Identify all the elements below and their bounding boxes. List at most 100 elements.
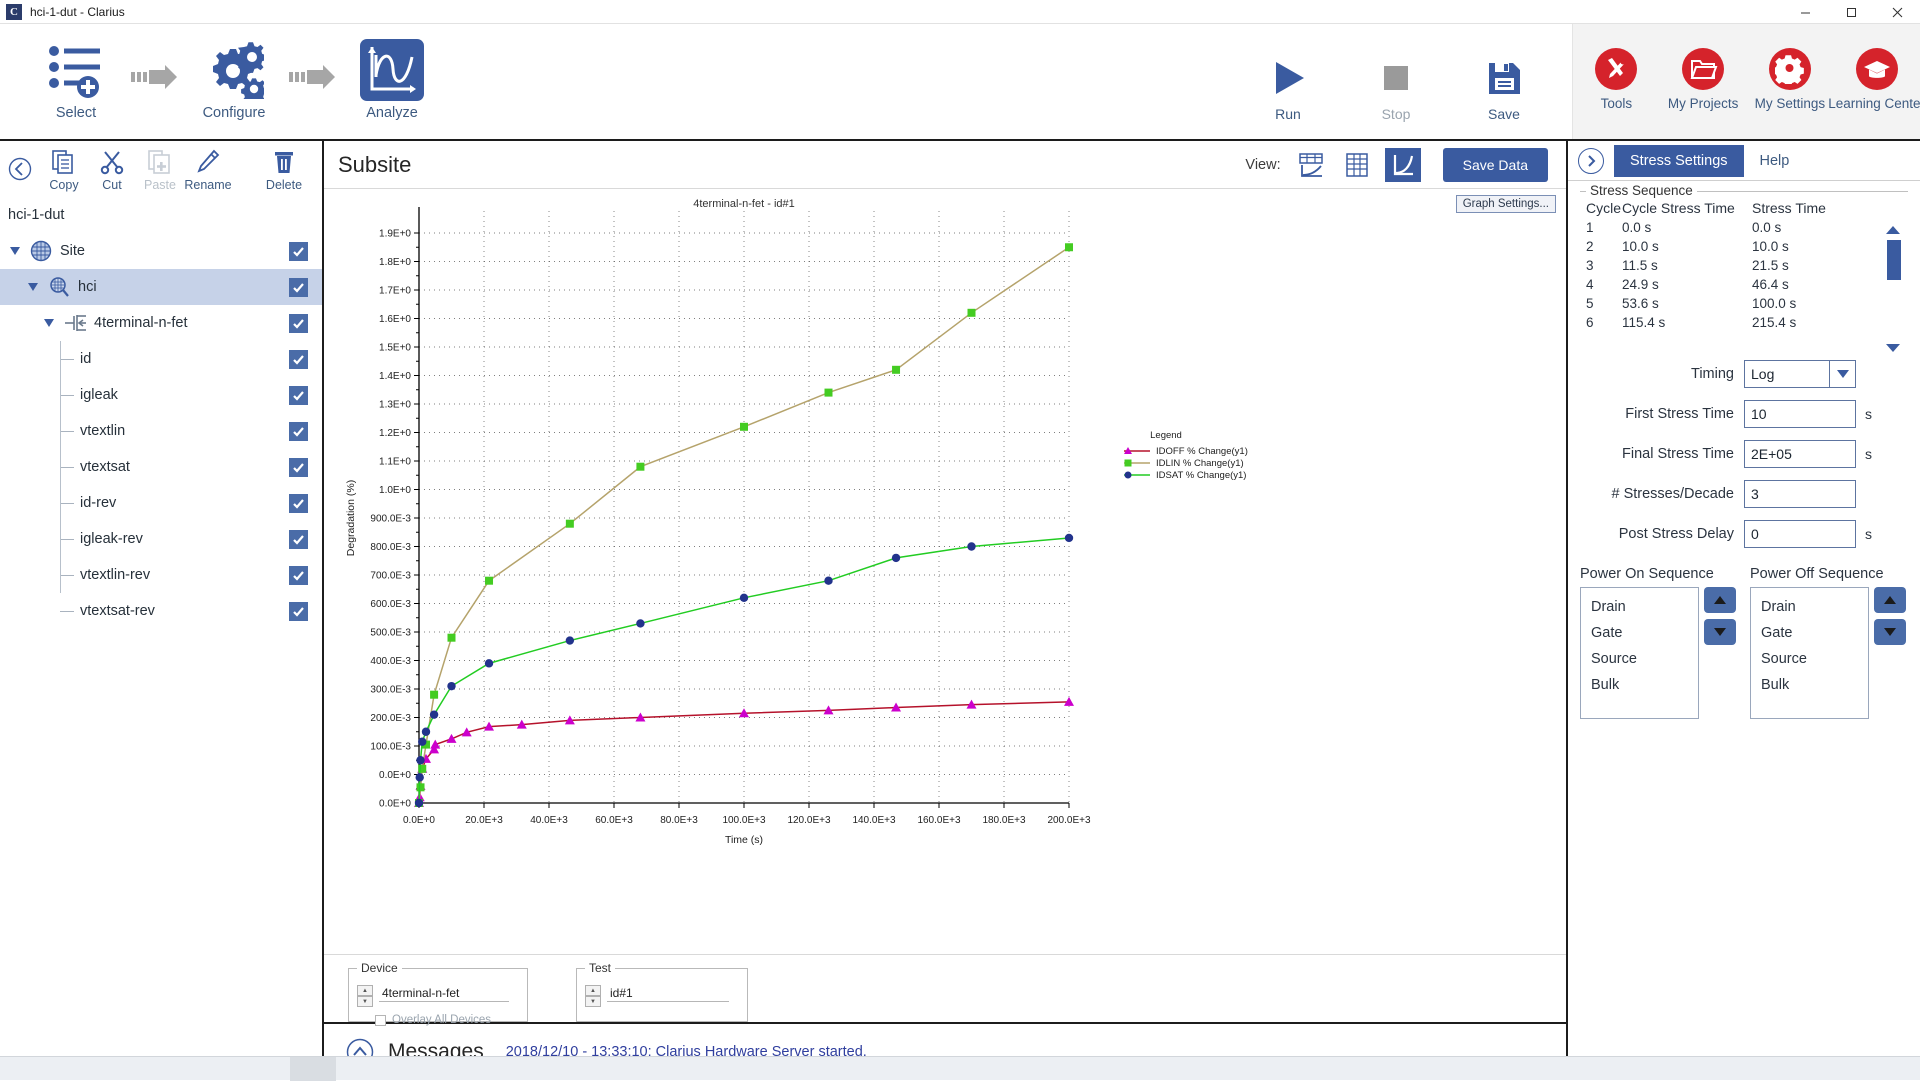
- learning-center-button[interactable]: Learning Center: [1828, 48, 1920, 111]
- cell-cycle: 4: [1586, 277, 1594, 292]
- power-off-list[interactable]: Drain Gate Source Bulk: [1750, 587, 1869, 719]
- tree-item-id-rev[interactable]: id-rev: [0, 485, 322, 521]
- stresses-per-decade-input[interactable]: 3: [1744, 480, 1856, 508]
- device-spin-up[interactable]: ▲: [357, 985, 373, 996]
- power-off-move-up-button[interactable]: [1874, 587, 1906, 613]
- workflow-step-select[interactable]: Select: [26, 38, 126, 121]
- tree-item-checkbox[interactable]: [289, 493, 308, 513]
- tree-item-vtextlin[interactable]: vtextlin: [0, 413, 322, 449]
- my-projects-button[interactable]: My Projects: [1661, 48, 1745, 111]
- expand-arrow-icon[interactable]: [44, 319, 54, 327]
- tree-item-site[interactable]: Site: [0, 233, 322, 269]
- tree-item-igleak[interactable]: igleak: [0, 377, 322, 413]
- scrollbar-thumb[interactable]: [1887, 240, 1901, 280]
- scroll-up-arrow-icon[interactable]: [1884, 224, 1902, 236]
- ribbon-utilities: Tools My Projects My Settings Learning C…: [1572, 24, 1920, 139]
- first-stress-time-input[interactable]: 10: [1744, 400, 1856, 428]
- view-graph-button[interactable]: [1384, 147, 1421, 182]
- delete-button[interactable]: Delete: [260, 147, 308, 192]
- tree-item-checkbox[interactable]: [289, 313, 308, 333]
- tab-stress-settings[interactable]: Stress Settings: [1614, 144, 1744, 177]
- tree-item-checkbox[interactable]: [289, 241, 308, 261]
- tree-item-checkbox[interactable]: [289, 457, 308, 477]
- table-row[interactable]: 4 24.9 s 46.4 s: [1580, 275, 1908, 294]
- overlay-all-devices-checkbox[interactable]: Overlay All Devices: [375, 1014, 517, 1026]
- list-item[interactable]: Gate: [1751, 620, 1868, 646]
- power-sequences: Power On Sequence Drain Gate Source Bulk: [1580, 566, 1908, 719]
- expand-arrow-icon[interactable]: [28, 283, 38, 291]
- tree-item-vtextlin-rev[interactable]: vtextlin-rev: [0, 557, 322, 593]
- minimize-button[interactable]: [1782, 0, 1828, 24]
- tools-button[interactable]: Tools: [1574, 48, 1658, 111]
- scroll-down-arrow-icon[interactable]: [1884, 342, 1902, 354]
- my-settings-button[interactable]: My Settings: [1748, 48, 1832, 111]
- rename-button[interactable]: Rename: [184, 147, 232, 192]
- tree-item-hci[interactable]: hci: [0, 269, 322, 305]
- run-button[interactable]: Run: [1252, 52, 1324, 122]
- post-stress-delay-input[interactable]: 0: [1744, 520, 1856, 548]
- sequence-scrollbar[interactable]: [1884, 224, 1904, 374]
- test-input[interactable]: [607, 985, 729, 1002]
- workflow-step-configure[interactable]: Configure: [184, 38, 284, 121]
- copy-button[interactable]: Copy: [40, 147, 88, 192]
- tab-help[interactable]: Help: [1744, 145, 1806, 177]
- tree-item-checkbox[interactable]: [289, 529, 308, 549]
- power-on-list[interactable]: Drain Gate Source Bulk: [1580, 587, 1699, 719]
- tree-item-checkbox[interactable]: [289, 565, 308, 585]
- maximize-button[interactable]: [1828, 0, 1874, 24]
- save-button[interactable]: Save: [1468, 52, 1540, 122]
- power-off-move-down-button[interactable]: [1874, 619, 1906, 645]
- view-graph-and-table-button[interactable]: [1293, 148, 1329, 182]
- expand-arrow-icon[interactable]: [10, 247, 20, 255]
- device-spinner[interactable]: ▲ ▼: [357, 985, 373, 1007]
- tree-item-vtextsat[interactable]: vtextsat: [0, 449, 322, 485]
- tree-item-id[interactable]: id: [0, 341, 322, 377]
- cut-button[interactable]: Cut: [88, 147, 136, 192]
- list-item[interactable]: Gate: [1581, 620, 1698, 646]
- tree-item-checkbox[interactable]: [289, 277, 308, 297]
- power-on-move-down-button[interactable]: [1704, 619, 1736, 645]
- table-row[interactable]: 3 11.5 s 21.5 s: [1580, 256, 1908, 275]
- tree-item-checkbox[interactable]: [289, 601, 308, 621]
- test-spin-down[interactable]: ▼: [585, 996, 601, 1007]
- degradation-chart[interactable]: 4terminal-n-fet - id#1 0.0E+0 100.0E-3 200.…: [324, 193, 1412, 893]
- tree-item-checkbox[interactable]: [289, 421, 308, 441]
- device-input[interactable]: [379, 985, 509, 1002]
- chevron-down-icon[interactable]: [1829, 361, 1855, 387]
- table-row[interactable]: 2 10.0 s 10.0 s: [1580, 237, 1908, 256]
- timing-select[interactable]: Log: [1744, 360, 1856, 388]
- tree-item-checkbox[interactable]: [289, 349, 308, 369]
- back-button[interactable]: [0, 147, 40, 181]
- final-stress-time-input[interactable]: 2E+05: [1744, 440, 1856, 468]
- view-table-button[interactable]: [1339, 148, 1375, 182]
- svg-text:1.8E+0: 1.8E+0: [379, 257, 411, 268]
- table-row[interactable]: 1 0.0 s 0.0 s: [1580, 218, 1908, 237]
- list-item[interactable]: Bulk: [1751, 672, 1868, 698]
- table-row[interactable]: 5 53.6 s 100.0 s: [1580, 294, 1908, 313]
- test-spinner[interactable]: ▲ ▼: [585, 985, 601, 1007]
- device-spin-down[interactable]: ▼: [357, 996, 373, 1007]
- list-item[interactable]: Drain: [1751, 594, 1868, 620]
- arrow-up-icon: [1883, 595, 1897, 605]
- tree-item-4terminal-n-fet[interactable]: 4terminal-n-fet: [0, 305, 322, 341]
- list-item[interactable]: Source: [1751, 646, 1868, 672]
- chevron-right-icon[interactable]: [1578, 147, 1604, 174]
- test-spin-up[interactable]: ▲: [585, 985, 601, 996]
- overlay-checkbox-box[interactable]: [375, 1014, 386, 1026]
- paste-button[interactable]: Paste: [136, 147, 184, 192]
- list-item[interactable]: Source: [1581, 646, 1698, 672]
- table-row[interactable]: 6 115.4 s 215.4 s: [1580, 313, 1908, 332]
- tree-item-igleak-rev[interactable]: igleak-rev: [0, 521, 322, 557]
- tree-item-vtextsat-rev[interactable]: vtextsat-rev: [0, 593, 322, 629]
- workflow-step-analyze[interactable]: Analyze: [342, 38, 442, 121]
- graph-settings-button[interactable]: Graph Settings...: [1455, 195, 1556, 213]
- save-data-button[interactable]: Save Data: [1442, 147, 1548, 182]
- power-on-move-up-button[interactable]: [1704, 587, 1736, 613]
- first-stress-time-label: First Stress Time: [1625, 406, 1734, 422]
- list-item[interactable]: Drain: [1581, 594, 1698, 620]
- close-button[interactable]: [1874, 0, 1920, 24]
- taskbar-item[interactable]: [290, 1057, 336, 1081]
- tree-item-checkbox[interactable]: [289, 385, 308, 405]
- stop-button[interactable]: Stop: [1360, 52, 1432, 122]
- list-item[interactable]: Bulk: [1581, 672, 1698, 698]
